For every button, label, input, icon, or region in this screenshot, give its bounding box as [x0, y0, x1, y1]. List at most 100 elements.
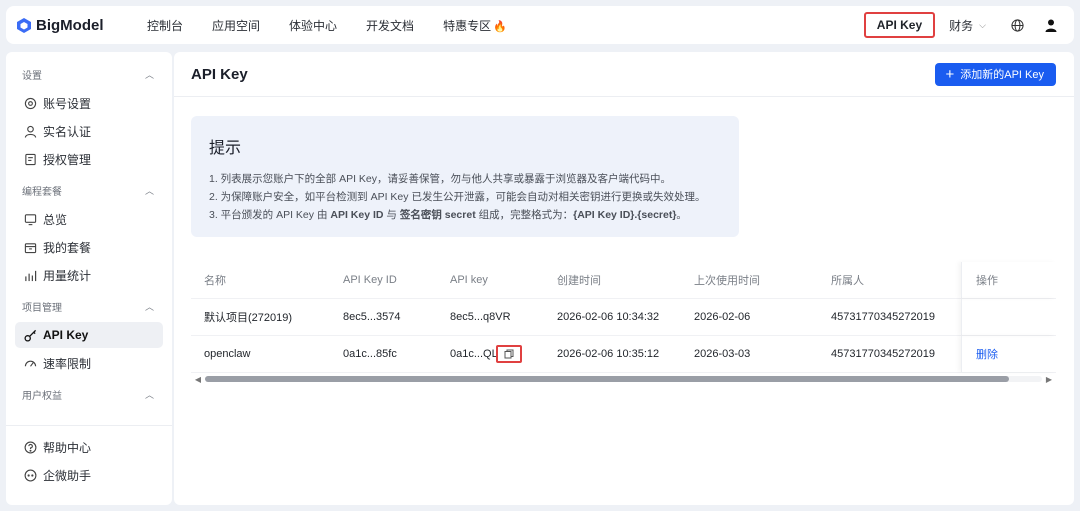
col-header-key-id: API Key ID: [343, 274, 397, 286]
gear-icon: [23, 96, 37, 110]
tip-line-3-part: 与: [383, 209, 400, 221]
col-header-name: 名称: [204, 275, 226, 287]
person-icon: [23, 124, 37, 138]
user-icon[interactable]: [1044, 18, 1058, 32]
sidebar-item-help-center[interactable]: 帮助中心: [15, 434, 163, 460]
sidebar: 设置 ︿ 账号设置 实名认证 授权管理 编程套餐 ︿ 总览 我的套餐 用量统计: [6, 52, 172, 505]
table-row: 默认项目(272019) 8ec5...3574 8ec5...q8VR 202…: [191, 299, 1056, 336]
fire-icon: 🔥: [493, 20, 507, 33]
cell-key-id: 8ec5...3574: [343, 311, 401, 323]
sidebar-item-wecom-assistant[interactable]: 企微助手: [15, 462, 163, 488]
finance-label: 财务: [949, 18, 974, 33]
chevron-up-icon: ︿: [144, 301, 154, 312]
tip-line-3-part: 。: [676, 209, 687, 221]
cell-last-used: 2026-03-03: [694, 348, 751, 360]
nav-dev-docs[interactable]: 开发文档: [366, 17, 414, 34]
delete-link[interactable]: 删除: [976, 346, 998, 362]
chat-assistant-icon: [23, 468, 37, 482]
cell-action: [961, 299, 1056, 335]
sidebar-item-label: 总览: [43, 212, 68, 227]
cell-created: 2026-02-06 10:34:32: [557, 311, 660, 323]
tip-line-2: 2. 为保障账户安全，如平台检测到 API Key 已发生公开泄露，可能会自动对…: [209, 191, 706, 203]
package-icon: [23, 240, 37, 254]
section-title: 用户权益: [22, 390, 62, 402]
chevron-up-icon: ︿: [144, 185, 154, 196]
speedometer-icon: [23, 356, 37, 370]
nav-console[interactable]: 控制台: [147, 17, 183, 34]
cell-action: 删除: [961, 336, 1056, 372]
sidebar-section-project-mgmt[interactable]: 项目管理 ︿: [6, 296, 172, 316]
page-title: API Key: [191, 65, 248, 83]
key-icon: [23, 328, 37, 342]
cell-key-id: 0a1c...85fc: [343, 348, 397, 360]
sidebar-item-label: API Key: [43, 328, 89, 342]
scrollbar-thumb[interactable]: [205, 376, 1009, 382]
col-header-last-used: 上次使用时间: [694, 275, 760, 287]
chevron-up-icon: ︿: [144, 69, 154, 80]
section-title: 项目管理: [22, 302, 62, 314]
tip-line-1: 1. 列表展示您账户下的全部 API Key，请妥善保管，勿与他人共享或暴露于浏…: [209, 173, 672, 185]
sidebar-item-rate-limit[interactable]: 速率限制: [15, 350, 163, 376]
sidebar-item-label: 实名认证: [43, 124, 92, 139]
scroll-right-arrow-icon[interactable]: ▶: [1042, 375, 1056, 384]
tip-box: 提示 1. 列表展示您账户下的全部 API Key，请妥善保管，勿与他人共享或暴…: [191, 116, 739, 237]
sidebar-item-authorization[interactable]: 授权管理: [15, 146, 163, 172]
table-horizontal-scrollbar[interactable]: ◀ ▶: [191, 373, 1056, 385]
chevron-down-icon: ⌵: [979, 19, 986, 30]
api-key-top-button[interactable]: API Key: [863, 12, 936, 38]
sidebar-item-label: 账号设置: [43, 96, 92, 111]
topbar-right: API Key 财务 ⌵: [863, 6, 1074, 44]
bar-chart-icon: [23, 268, 37, 282]
cell-key: 0a1c...QLi: [450, 345, 557, 363]
scrollbar-track[interactable]: [205, 376, 1042, 382]
sidebar-item-label: 用量统计: [43, 268, 92, 283]
sidebar-section-settings[interactable]: 设置 ︿: [6, 64, 172, 84]
nav-special-offers-label: 特惠专区: [443, 18, 492, 33]
sidebar-section-user-benefits[interactable]: 用户权益 ︿: [6, 384, 172, 404]
col-header-action: 操作: [961, 262, 1056, 298]
sidebar-section-coding-plan[interactable]: 编程套餐 ︿: [6, 180, 172, 200]
copy-icon[interactable]: [496, 345, 523, 363]
cell-key-value: 0a1c...QLi: [450, 347, 501, 360]
col-header-created: 创建时间: [557, 275, 601, 287]
sidebar-item-usage-stats[interactable]: 用量统计: [15, 262, 163, 288]
nav-special-offers[interactable]: 特惠专区 🔥: [443, 17, 507, 34]
sidebar-bottom: 帮助中心 企微助手: [6, 425, 172, 505]
main-header: API Key + 添加新的API Key: [174, 52, 1074, 97]
col-header-owner: 所属人: [831, 275, 864, 287]
col-header-action-label: 操作: [976, 275, 998, 287]
cell-name: openclaw: [204, 348, 251, 360]
main-nav: 控制台 应用空间 体验中心 开发文档 特惠专区 🔥: [147, 17, 536, 34]
cell-name: 默认项目(272019): [204, 312, 293, 324]
cell-key: 8ec5...q8VR: [450, 311, 511, 323]
sidebar-item-api-key[interactable]: API Key: [15, 322, 163, 348]
cell-owner: 45731770345272019: [831, 348, 936, 360]
bigmodel-logo-icon: [17, 17, 31, 33]
sidebar-item-label: 企微助手: [43, 468, 92, 483]
sidebar-item-label: 授权管理: [43, 152, 92, 167]
finance-menu[interactable]: 财务 ⌵: [949, 17, 986, 34]
sidebar-item-my-plans[interactable]: 我的套餐: [15, 234, 163, 260]
monitor-icon: [23, 212, 37, 226]
api-key-table: 名称 API Key ID API key 创建时间 上次使用时间 所属人 操作…: [191, 262, 1056, 373]
document-icon: [23, 152, 37, 166]
nav-app-space[interactable]: 应用空间: [212, 17, 260, 34]
sidebar-item-label: 帮助中心: [43, 440, 92, 455]
help-icon: [23, 440, 37, 454]
brand-logo[interactable]: BigModel: [17, 17, 135, 34]
sidebar-item-account-settings[interactable]: 账号设置: [15, 90, 163, 116]
section-title: 编程套餐: [22, 186, 62, 198]
sidebar-item-label: 我的套餐: [43, 240, 92, 255]
sidebar-scroll-area[interactable]: 设置 ︿ 账号设置 实名认证 授权管理 编程套餐 ︿ 总览 我的套餐 用量统计: [6, 52, 172, 426]
sidebar-item-label: 速率限制: [43, 356, 92, 371]
main-panel: API Key + 添加新的API Key 提示 1. 列表展示您账户下的全部 A…: [174, 52, 1074, 505]
table-header-row: 名称 API Key ID API key 创建时间 上次使用时间 所属人 操作: [191, 262, 1056, 299]
nav-experience-center[interactable]: 体验中心: [289, 17, 337, 34]
add-api-key-button[interactable]: + 添加新的API Key: [935, 62, 1056, 86]
scroll-left-arrow-icon[interactable]: ◀: [191, 375, 205, 384]
sidebar-item-verification[interactable]: 实名认证: [15, 118, 163, 144]
sidebar-item-overview[interactable]: 总览: [15, 206, 163, 232]
tip-line-3: 3. 平台颁发的 API Key 由 API Key ID 与 签名密钥 sec…: [209, 206, 721, 224]
cell-created: 2026-02-06 10:35:12: [557, 348, 660, 360]
globe-icon[interactable]: [1010, 18, 1024, 32]
